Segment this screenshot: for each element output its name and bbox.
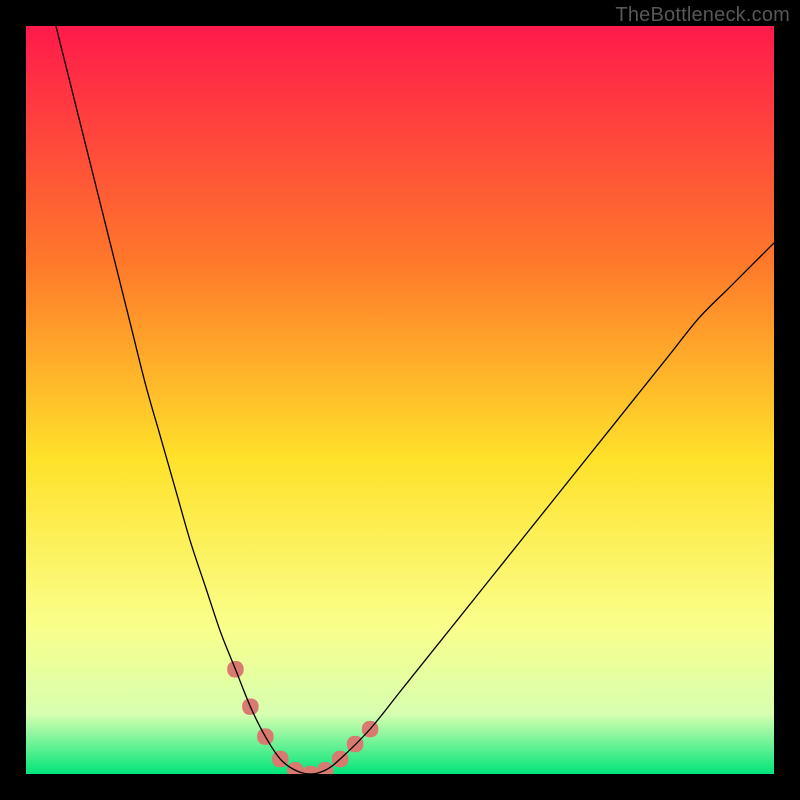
chart-plot-area bbox=[26, 26, 774, 774]
chart-svg bbox=[26, 26, 774, 774]
outer-frame: TheBottleneck.com bbox=[0, 0, 800, 800]
attribution-label: TheBottleneck.com bbox=[615, 4, 790, 27]
gradient-background bbox=[26, 26, 774, 774]
